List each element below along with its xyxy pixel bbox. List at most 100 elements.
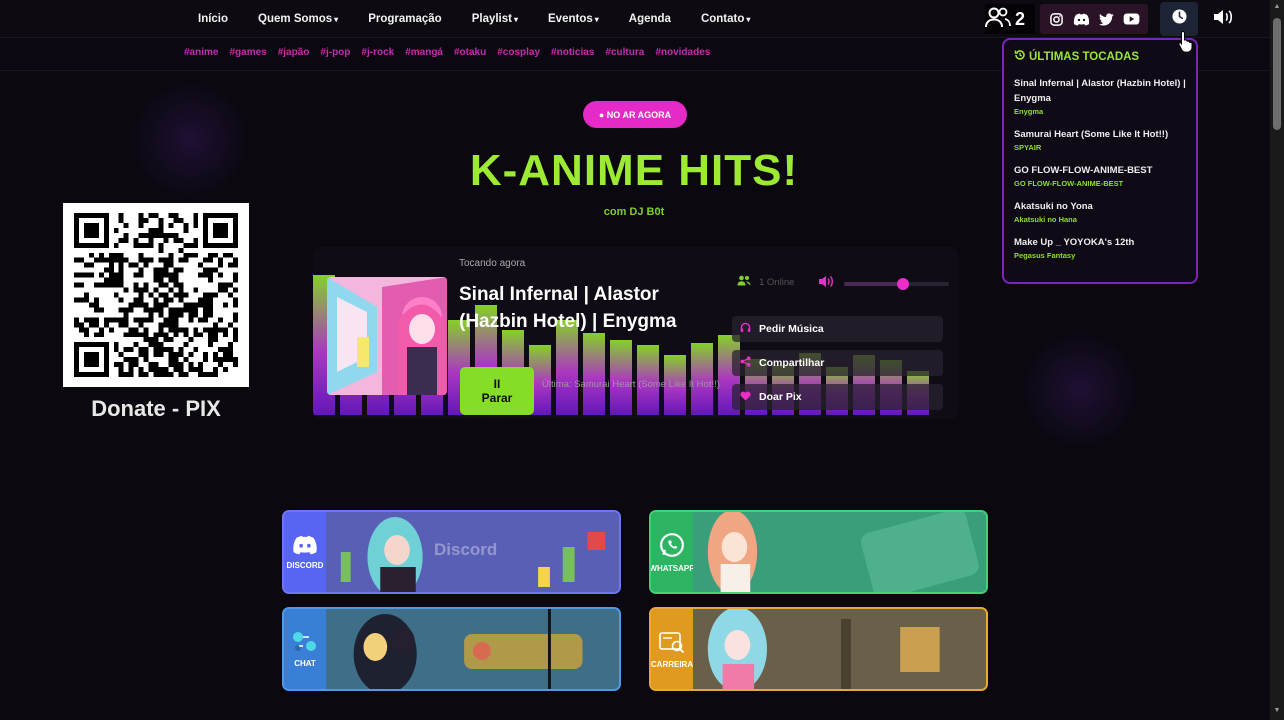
job-icon [659, 630, 685, 656]
tag-link[interactable]: #otaku [454, 47, 486, 58]
recent-track-song: Make Up _ YOYOKA's 12th [1014, 237, 1135, 248]
top-nav: Início Quem Somos ▾ Programação Playlist ▾… [0, 0, 1270, 38]
nav-item-eventos[interactable]: Eventos ▾ [548, 13, 599, 25]
donate-pix-button[interactable]: Doar Pix [732, 384, 943, 410]
qr-code-image [74, 213, 239, 377]
nav-item-programacao[interactable]: Programação [368, 13, 442, 25]
discord-card-side: DISCORD [284, 512, 326, 592]
volume-icon[interactable] [818, 275, 834, 293]
nav-item-playlist[interactable]: Playlist ▾ [472, 13, 518, 25]
tag-link[interactable]: #japão [278, 47, 310, 58]
nav-item-agenda[interactable]: Agenda [629, 13, 671, 25]
scroll-down-arrow-icon[interactable]: ▼ [1273, 707, 1281, 717]
whatsapp-card[interactable]: WHATSAPP [649, 510, 988, 594]
scrollbar-thumb[interactable] [1273, 18, 1281, 130]
tag-link[interactable]: #noticias [551, 47, 594, 58]
users-online-counter: 2 [985, 4, 1035, 34]
online-count: 1 Online [759, 276, 795, 288]
recent-track-artist: SPYAIR [1014, 143, 1042, 152]
page-title: K-ANIME HITS! [469, 146, 799, 195]
recent-track-artist: Pegasus Fantasy [1014, 251, 1076, 260]
request-song-button[interactable]: Pedir Música [732, 316, 943, 342]
users-icon [985, 6, 1011, 33]
recent-track-item[interactable]: Samurai Heart (Some Like It Hot!!) SPYAI… [1014, 127, 1186, 153]
chevron-down-icon: ▾ [594, 15, 599, 24]
volume-control [818, 275, 949, 293]
now-playing-label: Tocando agora [459, 258, 526, 269]
chevron-down-icon: ▾ [334, 15, 339, 24]
chat-icon [292, 631, 318, 655]
whatsapp-card-label: WHATSAPP [649, 563, 695, 573]
instagram-icon[interactable] [1048, 10, 1066, 28]
chat-card-artwork [326, 609, 619, 689]
discord-card[interactable]: DISCORD Discord [282, 510, 621, 594]
tag-link[interactable]: #j-pop [320, 47, 350, 58]
chat-card-side: CHAT [284, 609, 326, 689]
radio-player: Tocando agora Sinal Infernal | Alastor (… [313, 247, 958, 419]
twitter-icon[interactable] [1098, 10, 1116, 28]
nav-item-contato[interactable]: Contato ▾ [701, 13, 750, 25]
chat-card[interactable]: CHAT [282, 607, 621, 691]
whatsapp-icon [659, 532, 685, 560]
carreira-card-artwork [693, 609, 986, 689]
stop-button-label: Parar [481, 391, 513, 405]
recent-track-item[interactable]: GO FLOW-FLOW-ANIME-BEST GO FLOW-FLOW-ANI… [1014, 163, 1186, 189]
carreira-card[interactable]: CARREIRA [649, 607, 988, 691]
stop-button[interactable]: II Parar [460, 367, 534, 415]
users-count: 2 [1015, 8, 1026, 29]
chat-card-label: CHAT [294, 658, 316, 668]
page-scrollbar[interactable]: ▲ ▼ [1270, 0, 1284, 720]
recent-track-song: Akatsuki no Yona [1014, 201, 1093, 212]
page: Início Quem Somos ▾ Programação Playlist ▾… [0, 0, 1284, 720]
tag-link[interactable]: #cosplay [497, 47, 540, 58]
share-icon [740, 356, 751, 370]
dj-subtitle: com DJ B0t [603, 206, 665, 218]
discord-card-label: DISCORD [286, 560, 324, 570]
clock-icon [1171, 9, 1187, 29]
nav-item-inicio[interactable]: Início [198, 13, 228, 25]
donate-label: Donate - PIX [91, 396, 221, 421]
heart-icon [740, 391, 751, 404]
recent-track-song: Samurai Heart (Some Like It Hot!!) [1014, 129, 1169, 140]
whatsapp-card-artwork [693, 512, 986, 592]
volume-slider[interactable] [844, 278, 949, 290]
pause-icon: II [493, 377, 501, 391]
share-label: Compartilhar [759, 357, 825, 369]
carreira-card-side: CARREIRA [651, 609, 693, 689]
scroll-up-arrow-icon[interactable]: ▲ [1273, 3, 1281, 13]
carreira-card-label: CARREIRA [650, 659, 694, 669]
tag-link[interactable]: #anime [184, 47, 218, 58]
volume-slider-fill [844, 282, 903, 286]
equalizer-bar [583, 333, 605, 415]
tag-list: #anime #games #japão #j-pop #j-rock #man… [184, 47, 710, 58]
discord-icon[interactable] [1073, 10, 1091, 28]
recent-track-item[interactable]: Make Up _ YOYOKA's 12th Pegasus Fantasy [1014, 235, 1186, 261]
recent-track-song: Sinal Infernal | Alastor (Hazbin Hotel) … [1014, 78, 1186, 104]
tag-link[interactable]: #j-rock [361, 47, 394, 58]
social-links [1040, 4, 1148, 34]
volume-slider-handle[interactable] [896, 278, 909, 290]
chevron-down-icon: ▾ [513, 15, 518, 24]
share-button[interactable]: Compartilhar [732, 350, 943, 376]
users-icon [737, 275, 751, 289]
recent-track-item[interactable]: Sinal Infernal | Alastor (Hazbin Hotel) … [1014, 76, 1186, 117]
recent-tracks-popup: ÚLTIMAS TOCADAS Sinal Infernal | Alastor… [1002, 38, 1198, 284]
youtube-icon[interactable] [1123, 10, 1141, 28]
pix-qr-code [63, 203, 249, 387]
recent-track-artist: Enygma [1014, 107, 1044, 116]
history-icon [1014, 49, 1026, 64]
tag-link[interactable]: #novidades [655, 47, 710, 58]
mute-toggle-button[interactable] [1212, 8, 1236, 30]
last-played-text: Última: Samurai Heart (Some Like It Hot!… [542, 379, 720, 390]
tag-link[interactable]: #games [229, 47, 266, 58]
on-air-badge: ● NO AR AGORA [583, 101, 687, 128]
nav-item-quem-somos[interactable]: Quem Somos ▾ [258, 13, 338, 25]
request-song-label: Pedir Música [759, 323, 824, 335]
tag-link[interactable]: #mangá [405, 47, 443, 58]
recent-track-artist: GO FLOW-FLOW-ANIME-BEST [1014, 179, 1124, 188]
recent-track-item[interactable]: Akatsuki no Yona Akatsuki no Hana [1014, 199, 1186, 225]
recent-tracks-title: ÚLTIMAS TOCADAS [1014, 49, 1186, 64]
recent-track-song: GO FLOW-FLOW-ANIME-BEST [1014, 165, 1153, 176]
tag-link[interactable]: #cultura [605, 47, 644, 58]
online-indicator: 1 Online [737, 275, 794, 289]
